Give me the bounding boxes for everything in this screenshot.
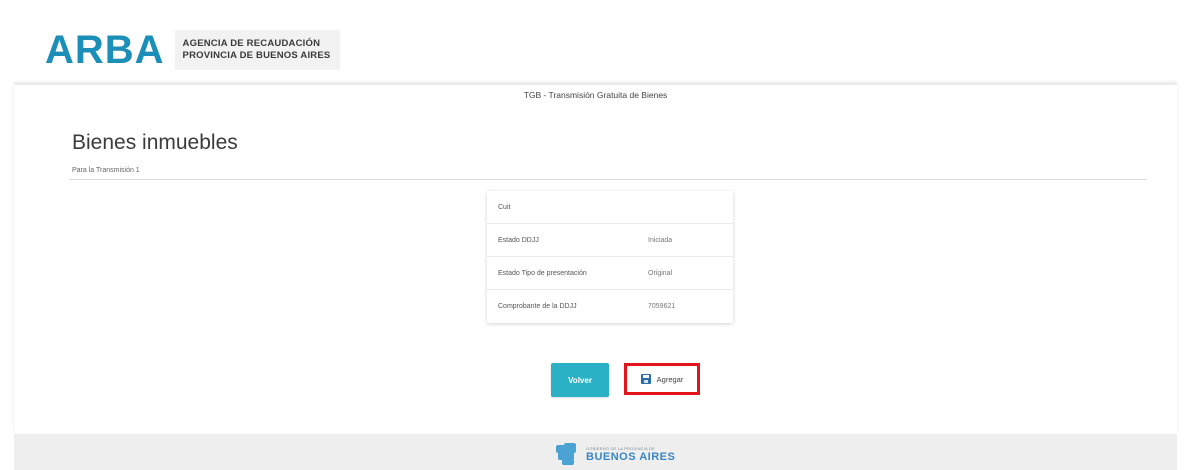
province-emblem-icon [554,441,580,467]
info-label: Estado Tipo de presentación [498,269,587,277]
logo-subtitle-line2: PROVINCIA DE BUENOS AIRES [182,50,331,61]
volver-button[interactable]: Volver [551,363,609,397]
info-value: 7059621 [648,303,676,310]
info-value: Original [648,269,673,277]
divider [69,179,1147,180]
footer-big-text: BUENOS AIRES [586,450,676,463]
agregar-label: Agregar [656,374,684,384]
info-label: Estado DDJJ [498,236,539,244]
logo-subtitle-line1: AGENCIA DE RECAUDACIÓN [182,38,321,49]
page-title: Bienes inmuebles [72,131,238,154]
info-label: Comprobante de la DDJJ [498,303,577,310]
top-header: ARBA AGENCIA DE RECAUDACIÓN PROVINCIA DE… [0,0,1191,84]
footer-text: GOBIERNO DE LA PROVINCIA DE BUENOS AIRES [586,446,675,463]
main-panel: TGB - Transmisión Gratuita de Bienes Bie… [14,84,1177,434]
info-row-cuit: Cuit [487,191,733,224]
agregar-highlight-box: Agregar [624,363,700,395]
info-row-estado-ddjj: Estado DDJJ Iniciada [487,224,733,257]
logo-subtitle: AGENCIA DE RECAUDACIÓN PROVINCIA DE BUEN… [174,30,341,70]
buenos-aires-logo[interactable]: GOBIERNO DE LA PROVINCIA DE BUENOS AIRES [554,441,675,467]
save-icon [640,374,651,384]
footer: GOBIERNO DE LA PROVINCIA DE BUENOS AIRES [14,434,1177,470]
agregar-button[interactable]: Agregar [640,374,684,384]
arba-logo[interactable]: ARBA AGENCIA DE RECAUDACIÓN PROVINCIA DE… [45,28,341,72]
ddjj-info-card: Cuit Estado DDJJ Iniciada Estado Tipo de… [487,191,733,323]
logo-text: ARBA [45,28,165,72]
page-subtitle: Para la Transmisión 1 [72,167,140,174]
info-value: Iniciada [648,236,673,244]
info-row-tipo-presentacion: Estado Tipo de presentación Original [487,257,733,290]
info-label: Cuit [498,203,511,211]
app-title: TGB - Transmisión Gratuita de Bienes [523,90,668,100]
info-row-comprobante: Comprobante de la DDJJ 7059621 [487,290,733,323]
